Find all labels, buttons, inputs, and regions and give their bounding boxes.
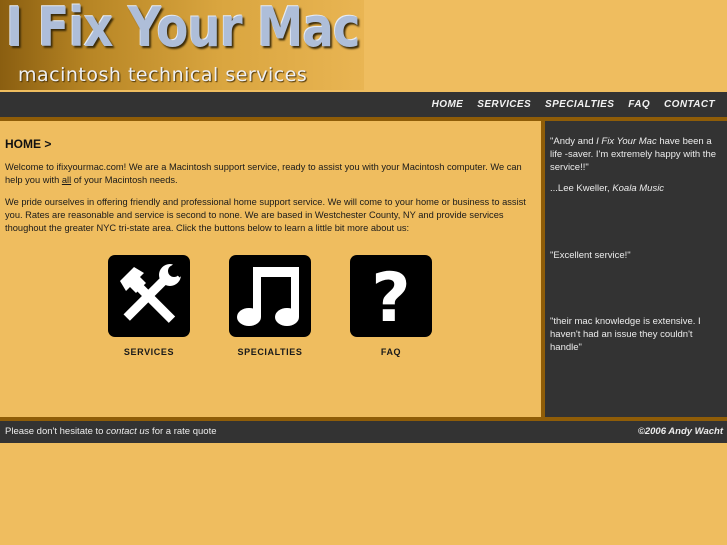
intro-paragraph: Welcome to ifixyourmac.com! We are a Mac… [5,161,535,187]
faq-label: FAQ [380,347,402,357]
logo-subtitle: macintosh technical services [18,64,308,86]
main-content: HOME > Welcome to ifixyourmac.com! We ar… [0,121,541,417]
nav-services[interactable]: SERVICES [477,99,531,110]
testimonial-1-author: ...Lee Kweller, Koala Music [550,182,722,195]
services-label: SERVICES [123,347,175,357]
nav-contact[interactable]: CONTACT [664,99,715,110]
author-company: Koala Music [612,183,665,194]
tools-icon [108,255,190,337]
testimonial-1: "Andy and I Fix Your Mac have been a lif… [550,135,722,174]
intro-emphasis: all [61,175,72,185]
specialties-button[interactable]: SPECIALTIES [228,255,312,357]
nav-home[interactable]: HOME [432,99,464,110]
quote-brand: I Fix Your Mac [596,136,657,147]
intro-text-end: of your Macintosh needs. [71,175,178,185]
testimonials-sidebar: "Andy and I Fix Your Mac have been a lif… [545,121,727,417]
testimonial-2: "Excellent service!" [550,250,631,261]
footer-message: Please don't hesitate to contact us for … [5,426,217,437]
author-name: ...Lee Kweller, [550,183,613,194]
footer: Please don't hesitate to contact us for … [0,421,727,443]
nav-bar: HOME SERVICES SPECIALTIES FAQ CONTACT [0,92,727,117]
contact-us-link[interactable]: contact us [106,426,149,437]
testimonial-3: "their mac knowledge is extensive. I hav… [550,316,701,353]
page-title: HOME > [5,137,52,151]
question-mark-icon: ? [350,255,432,337]
copyright: ©2006 Andy Wacht [637,426,723,437]
nav-specialties[interactable]: SPECIALTIES [545,99,614,110]
about-paragraph: We pride ourselves in offering friendly … [5,197,526,233]
faq-button[interactable]: ? FAQ [349,255,433,357]
quote-text: "Andy and [550,136,597,147]
logo-title: I Fix Your Mac [6,0,361,59]
svg-text:?: ? [371,261,410,331]
header: I Fix Your Mac macintosh technical servi… [0,0,727,92]
footer-text: Please don't hesitate to [5,426,107,437]
services-button[interactable]: SERVICES [107,255,191,357]
footer-text-end: for a rate quote [149,426,217,437]
nav-faq[interactable]: FAQ [628,99,650,110]
music-note-icon [229,255,311,337]
specialties-label: SPECIALTIES [237,347,303,357]
site-logo[interactable]: I Fix Your Mac macintosh technical servi… [0,0,364,90]
